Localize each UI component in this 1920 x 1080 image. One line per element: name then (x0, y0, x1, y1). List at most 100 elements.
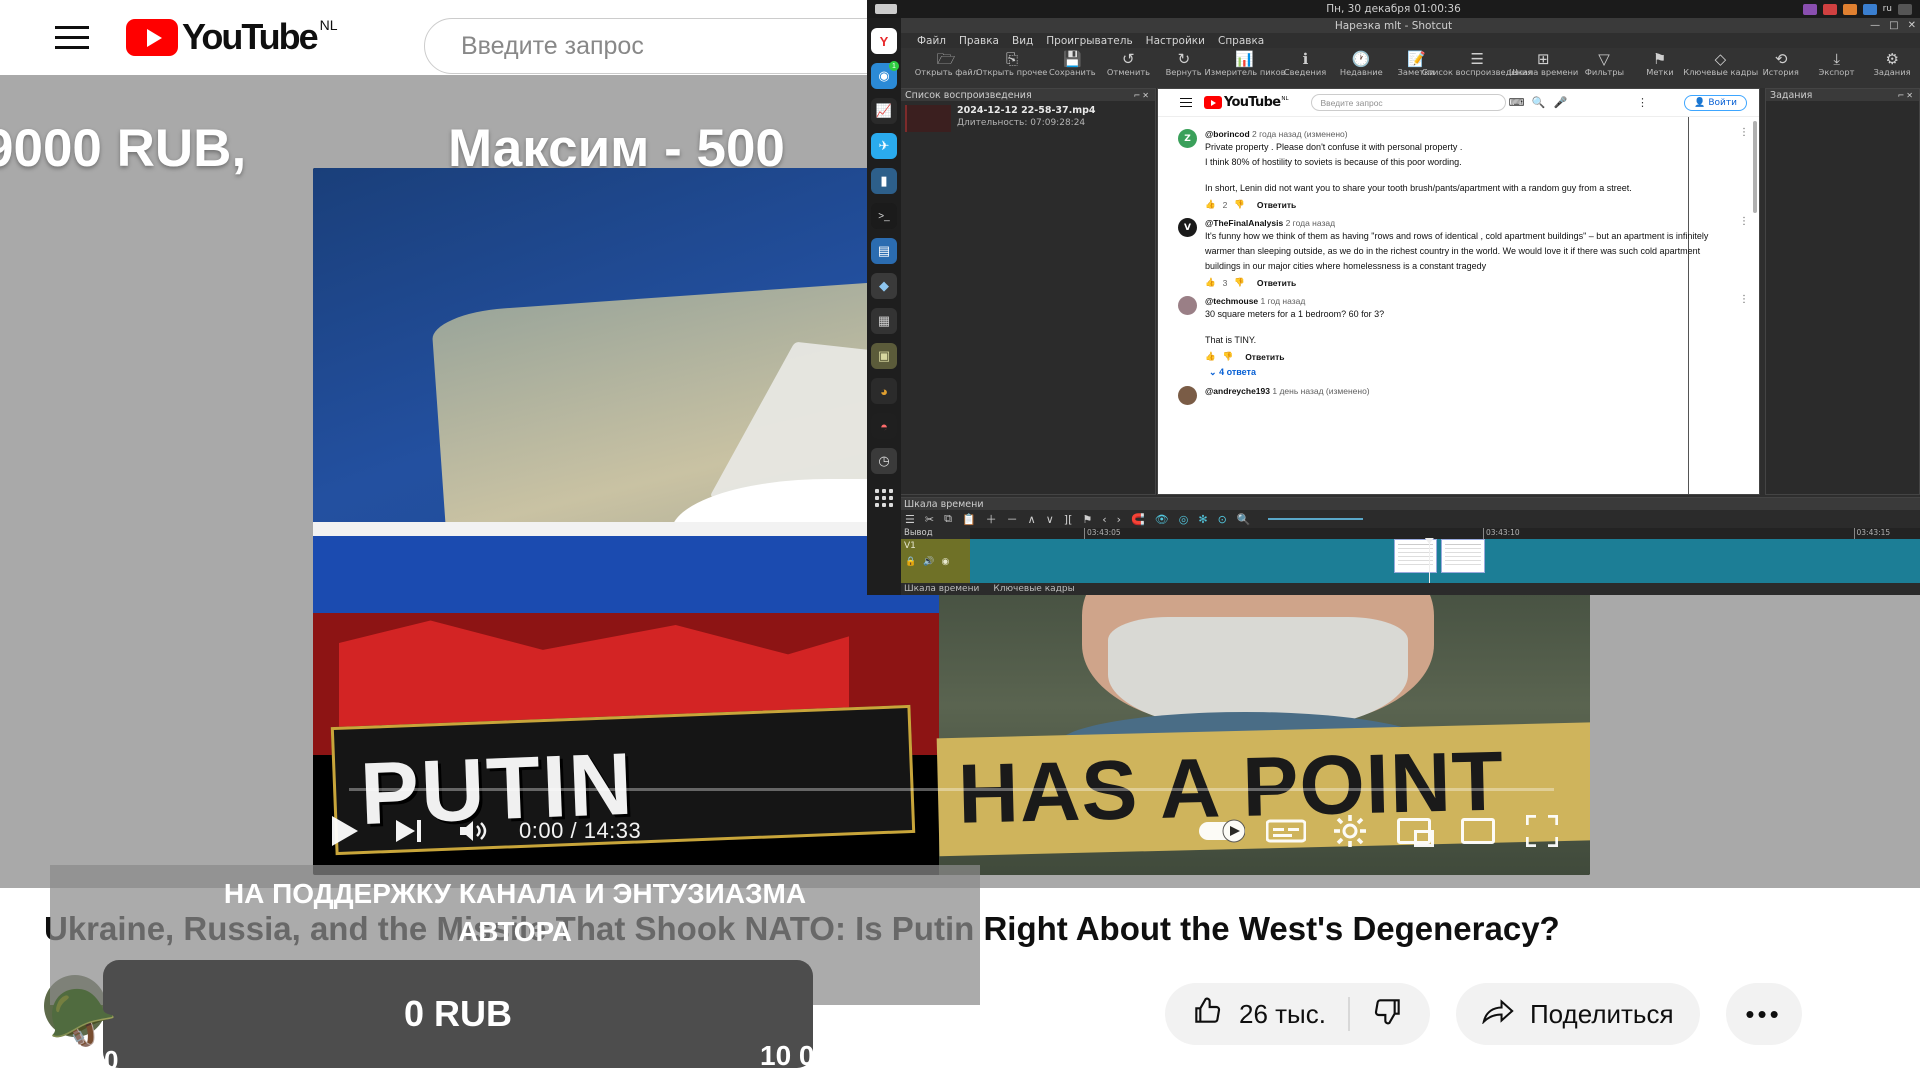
toolbar-save[interactable]: 💾 Сохранить (1045, 48, 1101, 78)
toolbar-history[interactable]: ⟲ История (1753, 48, 1809, 78)
toolbar-undo[interactable]: ↺ Отменить (1101, 48, 1157, 78)
toolbar-playlist[interactable]: ☰ Список воспроизведения (1422, 48, 1532, 78)
toolbar-open-other[interactable]: ⎘ Открыть прочее (976, 48, 1047, 78)
photos-icon[interactable]: ◕ (871, 378, 897, 404)
thumbs-up-icon[interactable] (1191, 995, 1223, 1034)
comment-like-icon[interactable]: 👍 (1205, 277, 1216, 288)
autoplay-toggle[interactable] (1190, 799, 1254, 863)
play-button[interactable] (313, 799, 377, 863)
panel-close-icon[interactable]: ⌐✕ (1134, 91, 1151, 100)
preview-search-icon[interactable]: 🔍 (1528, 96, 1550, 109)
books-icon[interactable]: ▮ (871, 168, 897, 194)
comment-like-icon[interactable]: 👍 (1205, 351, 1216, 362)
timeline-zoom-slider[interactable] (1268, 518, 1364, 520)
tray-icon-2[interactable] (1822, 3, 1837, 15)
timeline-append-icon[interactable]: ＋ (986, 511, 997, 527)
track-lock-icon[interactable]: 🔒 (905, 557, 916, 567)
comment-author[interactable]: @TheFinalAnalysis (1205, 218, 1283, 228)
comment-dislike-icon[interactable]: 👎 (1234, 199, 1245, 210)
fullscreen-button[interactable] (1510, 799, 1574, 863)
gimp-icon[interactable]: ▣ (871, 343, 897, 369)
preview-youtube-logo[interactable]: YouTube NL (1204, 96, 1289, 109)
menu-view[interactable]: Вид (1012, 35, 1033, 47)
comment-reply-button[interactable]: Ответить (1245, 352, 1284, 362)
preview-more-icon[interactable]: ⋮ (1632, 96, 1654, 109)
timeline-output-label[interactable]: Вывод (900, 528, 970, 539)
miniplayer-button[interactable] (1382, 799, 1446, 863)
playlist-item[interactable]: 2024-12-12 22-58-37.mp4 Длительность: 07… (901, 101, 1155, 136)
timeline-clip[interactable]: 2024-12-12 22-58-37.mp4 (1393, 539, 1438, 573)
menu-file[interactable]: Файл (917, 35, 946, 47)
comment-more-icon[interactable]: ⋮ (1739, 295, 1749, 305)
timeline-paste-icon[interactable]: 📋 (962, 513, 976, 526)
settings-gear-icon[interactable] (1318, 799, 1382, 863)
timeline-prev-marker-icon[interactable]: ‹ (1102, 513, 1106, 526)
preview-menu-burger-icon[interactable] (1180, 97, 1192, 108)
toolbar-filters[interactable]: ▽ Фильтры (1576, 48, 1632, 78)
timeline-lift-icon[interactable]: ∧ (1028, 513, 1036, 526)
maximize-button[interactable]: □ (1889, 20, 1898, 31)
timeline-copy-icon[interactable]: ⧉ (944, 512, 952, 526)
files-icon[interactable]: ◆ (871, 273, 897, 299)
menu-help[interactable]: Справка (1218, 35, 1264, 47)
timeline-track-header[interactable]: V1 🔒 🔊 ◉ (900, 539, 970, 583)
timeline-area[interactable]: Вывод 03:43:05 03:43:10 03:43:15 V1 🔒 🔊 … (900, 528, 1920, 583)
comment-like-icon[interactable]: 👍 (1205, 199, 1216, 210)
close-button[interactable]: ✕ (1908, 20, 1916, 31)
toolbar-jobs[interactable]: ⚙ Задания (1864, 48, 1920, 78)
comment-avatar[interactable]: V (1178, 218, 1197, 238)
comment-avatar[interactable]: Z (1178, 129, 1197, 148)
toolbar-markers[interactable]: ⚑ Метки (1632, 48, 1688, 78)
next-button[interactable] (377, 799, 441, 863)
calculator-icon[interactable]: ▦ (871, 308, 897, 334)
yandex-browser-icon[interactable]: Y (871, 28, 897, 54)
telegram-icon[interactable]: ✈ (871, 133, 897, 159)
toolbar-keyframes[interactable]: ◇ Ключевые кадры (1683, 48, 1758, 78)
comment-reply-button[interactable]: Ответить (1257, 278, 1296, 288)
timeline-snap-icon[interactable]: 🧲 (1131, 513, 1145, 526)
timeline-cut-icon[interactable]: ✂ (925, 513, 934, 526)
colors-icon[interactable]: ◓ (871, 413, 897, 439)
comment-replies-toggle[interactable]: ⌄ 4 ответа (1205, 367, 1745, 378)
toolbar-timeline[interactable]: ⊞ Шкала времени (1509, 48, 1578, 78)
monitor-chart-icon[interactable]: 📈 (871, 98, 897, 124)
jobs-panel-close-icon[interactable]: ⌐✕ (1898, 91, 1915, 100)
timeline-zoom-out-icon[interactable]: 🔍 (1237, 513, 1251, 526)
toolbar-export[interactable]: ⤓ Экспорт (1809, 48, 1865, 78)
subtitles-button[interactable] (1254, 799, 1318, 863)
comment-avatar[interactable] (1178, 296, 1197, 316)
track-hide-icon[interactable]: ◉ (941, 557, 949, 567)
app-grid-icon[interactable] (875, 489, 893, 507)
browser-globe-icon[interactable]: ◉ 1 (871, 61, 899, 89)
timeline-overwrite-icon[interactable]: ∨ (1046, 513, 1054, 526)
comment-avatar[interactable] (1178, 386, 1197, 406)
tray-icon-1[interactable] (1802, 3, 1817, 15)
menu-burger-icon[interactable] (42, 8, 102, 68)
menu-settings[interactable]: Настройки (1146, 35, 1205, 47)
terminal-icon[interactable]: >_ (871, 203, 897, 229)
theater-mode-button[interactable] (1446, 799, 1510, 863)
toolbar-redo[interactable]: ↻ Вернуть (1156, 48, 1212, 78)
timeline-next-marker-icon[interactable]: › (1117, 513, 1121, 526)
tray-icon-4[interactable] (1862, 3, 1877, 15)
timeline-track-v1[interactable]: 2024-12-12 22-58-37.mp4 2024-12-12 22-58… (970, 539, 1920, 583)
comment-dislike-icon[interactable]: 👎 (1223, 351, 1234, 362)
menu-edit[interactable]: Правка (959, 35, 999, 47)
timeline-menu-icon[interactable]: ☰ (905, 513, 915, 526)
preview-keyboard-icon[interactable]: ⌨ (1506, 96, 1528, 109)
preview-panel[interactable]: YouTube NL Введите запрос ⌨ 🔍 🎤 ⋮ 👤 Войт… (1157, 88, 1760, 495)
preview-mic-icon[interactable]: 🎤 (1550, 96, 1572, 109)
timeline-ripple-icon[interactable]: ◎ (1179, 513, 1189, 526)
timeline-marker-icon[interactable]: ⚑ (1082, 513, 1092, 526)
timeline-playhead[interactable] (1428, 539, 1430, 583)
tray-icon-5[interactable] (1898, 3, 1912, 15)
share-button[interactable]: Поделиться (1455, 983, 1700, 1045)
preview-search-input[interactable]: Введите запрос (1310, 94, 1506, 111)
preview-login-button[interactable]: 👤 Войти (1684, 94, 1747, 111)
comment-dislike-icon[interactable]: 👎 (1234, 277, 1245, 288)
thumbs-down-icon[interactable] (1372, 995, 1404, 1034)
menu-player[interactable]: Проигрыватель (1046, 35, 1132, 47)
toolbar-info[interactable]: ℹ Сведения (1278, 48, 1334, 78)
timeline-ripple-delete-icon[interactable]: － (1007, 511, 1018, 527)
timeline-ripple-all-icon[interactable]: ✻ (1198, 513, 1207, 526)
